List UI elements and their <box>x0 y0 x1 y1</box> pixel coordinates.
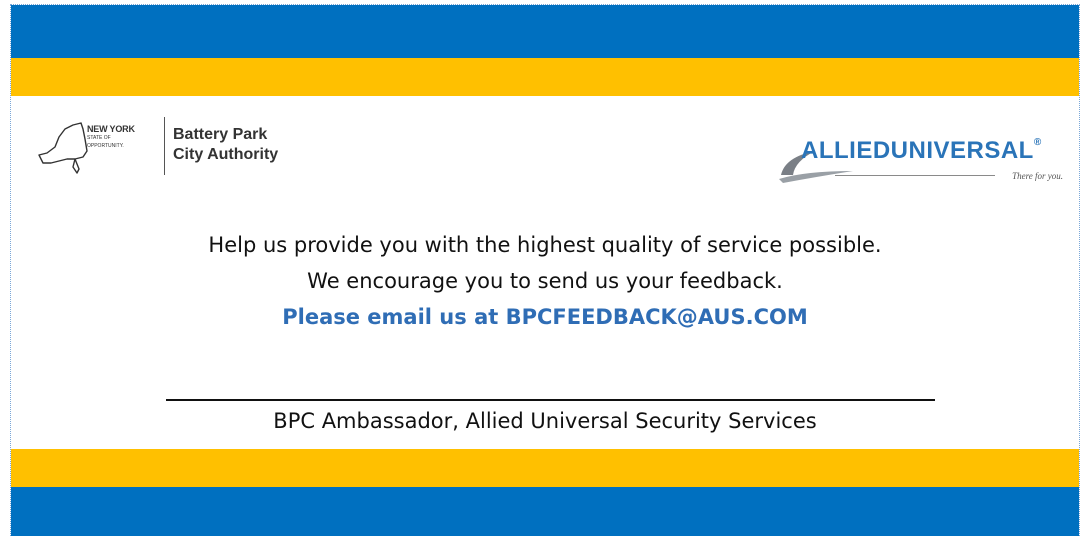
allied-wordmark: ALLIEDUNIVERSAL® <box>801 137 1042 165</box>
ny-wordmark-title: NEW YORK <box>87 124 135 134</box>
allied-tagline: There for you. <box>1012 171 1063 181</box>
signature-label: BPC Ambassador, Allied Universal Securit… <box>273 409 817 433</box>
email-instruction: Please email us at BPCFEEDBACK@AUS.COM <box>282 305 808 329</box>
top-blue-band <box>11 5 1079 58</box>
battery-park-city-authority-logo: NEW YORK STATE OF OPPORTUNITY. Battery P… <box>33 115 323 181</box>
ny-wordmark-sub1: STATE OF <box>87 135 111 141</box>
allied-tagline-rule <box>835 175 995 176</box>
ny-wordmark-sub2: OPPORTUNITY. <box>87 142 124 149</box>
feedback-message: Help us provide you with the highest qua… <box>11 227 1079 335</box>
top-gold-band <box>11 58 1079 96</box>
bottom-blue-band <box>11 487 1079 536</box>
signature-line <box>166 399 935 401</box>
message-line-2: We encourage you to send us your feedbac… <box>307 269 783 293</box>
feedback-card: NEW YORK STATE OF OPPORTUNITY. Battery P… <box>10 4 1080 536</box>
bpca-name-line1: Battery Park <box>173 126 268 143</box>
message-line-1: Help us provide you with the highest qua… <box>208 233 882 257</box>
allied-universal-logo: ALLIEDUNIVERSAL® There for you. <box>775 131 1075 191</box>
new-york-state-map-icon <box>38 122 88 174</box>
bpca-name: Battery Park City Authority <box>173 125 278 165</box>
ny-wordmark: NEW YORK STATE OF OPPORTUNITY. <box>87 125 135 150</box>
registered-mark: ® <box>1033 137 1042 148</box>
allied-wordmark-text: ALLIEDUNIVERSAL <box>801 137 1034 164</box>
bpca-name-line2: City Authority <box>173 146 279 163</box>
logo-divider <box>164 117 165 175</box>
bottom-gold-band <box>11 449 1079 487</box>
